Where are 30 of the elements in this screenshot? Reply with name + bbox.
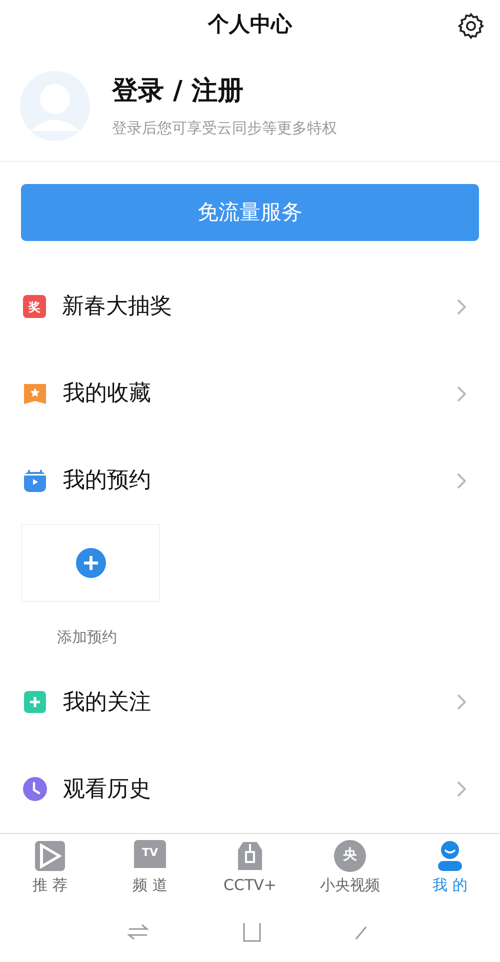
menu-item[interactable]: 我的收藏 [0,350,500,438]
login-hint: 登录后您可享受云同步等更多特权 [112,118,337,139]
chat-bubble-icon: 央 [334,840,366,872]
tv-icon: TV [134,840,166,872]
chevron-right-icon [456,298,466,315]
plus-circle-icon [76,548,106,578]
plus-square-icon [23,690,47,714]
nav-tab[interactable]: 央 小央视频 [300,834,400,902]
prize-icon: 奖 [23,295,46,318]
nav-tab[interactable]: 我 的 [400,834,500,902]
menu-item[interactable]: 我的预约 [0,437,500,524]
bookmark-star-icon [23,382,47,406]
calendar-play-icon [23,468,47,493]
menu-item[interactable]: 观看历史 [0,746,500,833]
chevron-right-icon [456,472,466,489]
settings-icon[interactable] [457,12,485,40]
nav-tab[interactable]: TV 频 道 [100,834,200,902]
nav-tab[interactable]: CCTV+ [200,834,300,902]
menu-item[interactable]: 奖 新春大抽奖 [0,263,500,350]
page-title: 个人中心 [208,11,292,38]
menu-item[interactable]: 我的关注 [0,658,500,746]
chevron-right-icon [456,386,466,402]
login-register-link[interactable]: 登录 / 注册 [112,72,337,111]
add-booking-label: 添加预约 [57,627,117,648]
chevron-right-icon [456,781,466,798]
clock-icon [23,777,47,802]
play-icon [34,840,66,872]
nav-tab[interactable]: 推 荐 [0,834,100,902]
add-booking-card[interactable] [21,524,160,602]
chevron-right-icon [456,694,466,710]
